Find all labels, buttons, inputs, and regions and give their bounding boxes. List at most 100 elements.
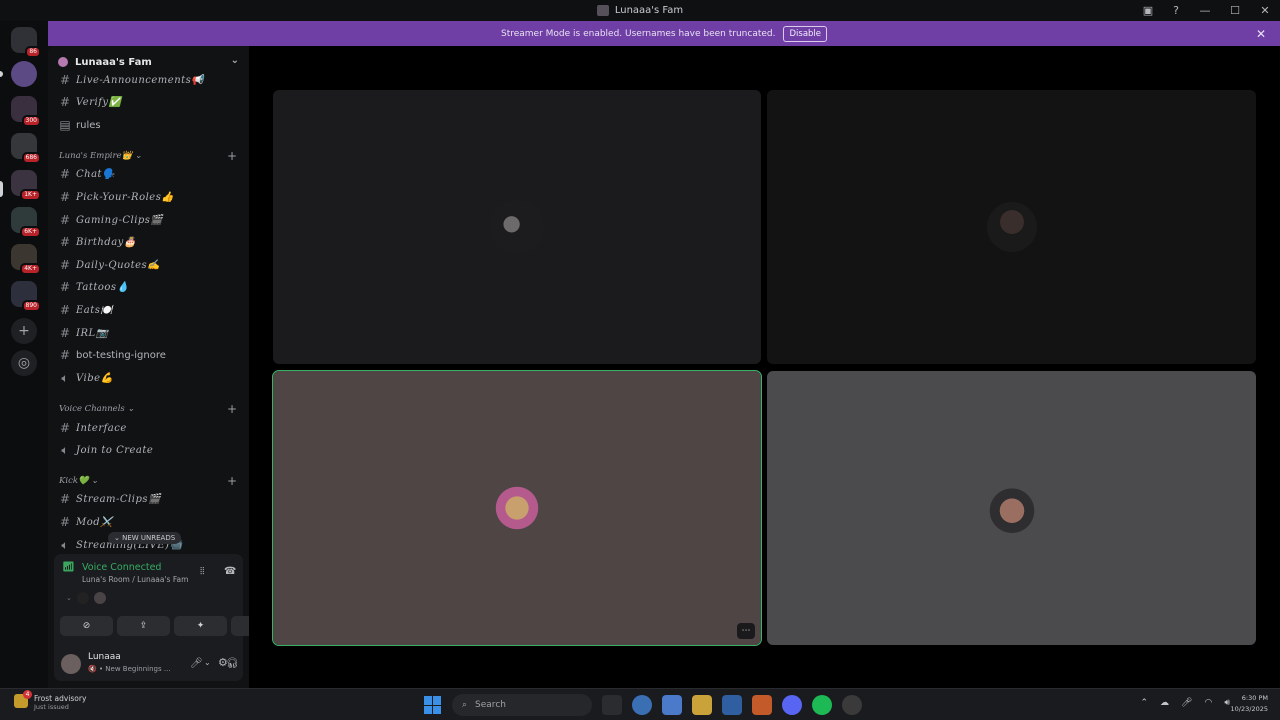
participant-tile-speaking[interactable]: ⋯ [272, 370, 762, 646]
rules-icon: ▤ [59, 118, 71, 132]
discover-icon[interactable]: ◎ [11, 350, 37, 376]
expand-icon[interactable]: ⌄ [66, 594, 72, 602]
spotify-icon[interactable] [812, 695, 832, 715]
channel-item[interactable]: ▤ rules [58, 115, 100, 135]
copilot-icon[interactable] [662, 695, 682, 715]
server-folder[interactable]: 4K+ [11, 244, 41, 275]
channel-item[interactable]: # Verify✅ [58, 92, 122, 112]
unread-badge: 86 [25, 46, 41, 58]
server-thumb-icon [596, 5, 609, 16]
channel-item[interactable]: # Eats🍽️ [58, 300, 113, 320]
voice-status[interactable]: Voice Connected [82, 562, 188, 573]
close-notice-icon[interactable]: ✕ [1256, 27, 1266, 41]
unread-badge: 890 [21, 300, 41, 312]
chevron-up-icon[interactable]: ⌃ [1140, 698, 1148, 708]
disable-button[interactable]: Disable [783, 25, 828, 42]
category-header[interactable]: Voice Channels ⌄ + [59, 402, 237, 416]
server-folder[interactable]: 1K+ [11, 170, 41, 201]
disconnect-icon[interactable]: ☎︎ [224, 566, 236, 577]
participant-tile[interactable] [767, 90, 1256, 364]
hash-icon: # [59, 190, 71, 204]
channel-item[interactable]: # Live-Announcements📢 [58, 70, 204, 90]
taskbar-search[interactable]: ⌕ Search [452, 694, 592, 716]
task-view-icon[interactable] [602, 695, 622, 715]
channel-item[interactable]: # IRL📷 [58, 323, 109, 343]
signal-icon[interactable]: 📶︎ [62, 562, 75, 574]
participant-avatar[interactable] [76, 592, 89, 604]
voice-channel-item[interactable]: 🔈︎ Vibe💪 [58, 368, 114, 388]
channel-name: Stream-Clips🎬 [76, 493, 161, 505]
voice-stage: ⋯ [249, 46, 1280, 688]
channel-item[interactable]: # Pick-Your-Roles👍 [58, 187, 174, 207]
participant-tile[interactable] [273, 90, 761, 364]
activities-button[interactable]: ✦ [174, 616, 227, 636]
user-name[interactable]: Lunaaa [88, 652, 121, 662]
speaker-icon: 🔈︎ [61, 537, 69, 552]
server-folder[interactable]: 890 [11, 281, 41, 312]
channel-item[interactable]: # Birthday🎂 [58, 232, 137, 252]
github-icon[interactable] [842, 695, 862, 715]
server-icon[interactable] [11, 61, 37, 87]
avatar[interactable] [61, 654, 81, 674]
hash-icon: # [59, 421, 71, 435]
home-button[interactable]: 86 [11, 27, 41, 58]
weather-widget[interactable]: 4 Frost advisory Just issued [14, 690, 86, 711]
add-channel-icon[interactable]: + [227, 402, 237, 416]
channel-item[interactable]: # bot-testing-ignore [58, 345, 166, 365]
unread-badge: 1K+ [20, 189, 41, 201]
channel-item[interactable]: # Daily-Quotes✍️ [58, 255, 160, 275]
channel-item[interactable]: # Stream-Clips🎬 [58, 489, 161, 509]
new-unreads-pill[interactable]: ⌄ NEW UNREADS [108, 532, 182, 544]
camera-off-button[interactable]: ⊘ [60, 616, 113, 636]
headphones-icon[interactable]: 🎧︎ [226, 658, 239, 669]
category-header[interactable]: Luna's Empire👑 ⌄ + [59, 149, 237, 163]
user-status: 🔇 • New Beginnings ... [88, 665, 171, 673]
add-channel-icon[interactable]: + [227, 149, 237, 163]
speaker-icon: 🔈︎ [61, 370, 69, 385]
minimize-button[interactable]: — [1190, 0, 1220, 21]
channel-item[interactable]: # Chat🗣️ [58, 164, 115, 184]
channel-name: IRL📷 [76, 327, 109, 339]
wifi-icon[interactable]: ◠ [1204, 698, 1212, 708]
category-header[interactable]: Kick💚 ⌄ + [59, 474, 237, 488]
chrome-icon[interactable] [632, 695, 652, 715]
start-button[interactable] [424, 696, 442, 714]
add-server-button[interactable]: + [11, 318, 37, 344]
screen-share-button[interactable]: ⇪ [117, 616, 170, 636]
server-folder[interactable]: 6K+ [11, 207, 41, 238]
participant-tile[interactable] [767, 371, 1256, 645]
channel-item[interactable]: # Gaming-Clips🎬 [58, 210, 163, 230]
app-icon[interactable] [752, 695, 772, 715]
more-options-button[interactable]: ⋯ [737, 623, 755, 639]
voice-channel-item[interactable]: 🔈︎ Join to Create [58, 440, 153, 460]
microphone-icon[interactable]: 🎤︎ [1181, 698, 1192, 708]
maximize-button[interactable]: ☐ [1220, 0, 1250, 21]
hash-icon: # [59, 213, 71, 227]
add-channel-icon[interactable]: + [227, 474, 237, 488]
clock[interactable]: 6:30 PM 10/23/2025 [1231, 693, 1268, 715]
participant-avatar[interactable] [93, 592, 106, 604]
microphone-icon[interactable]: 🎤︎ [190, 658, 203, 669]
settings-gear-icon[interactable]: ⚙ [218, 656, 228, 669]
cloud-icon[interactable]: ☁︎ [1160, 698, 1169, 708]
channel-item[interactable]: # Tattoos💧 [58, 277, 130, 297]
noise-suppression-icon[interactable]: ⦙⦙ [200, 566, 204, 577]
search-icon: ⌕ [462, 700, 468, 710]
channel-item[interactable]: # Mod⚔️ [58, 512, 113, 532]
server-folder[interactable]: 686 [11, 133, 41, 164]
chevron-down-icon[interactable]: ⌄ [204, 658, 211, 667]
channel-name: Interface [76, 422, 127, 434]
server-folder[interactable]: 300 [11, 96, 41, 127]
file-explorer-icon[interactable] [692, 695, 712, 715]
inbox-icon[interactable]: ▣ [1134, 0, 1162, 21]
volume-icon[interactable]: 🔊︎ [1224, 698, 1230, 708]
help-icon[interactable]: ? [1162, 0, 1190, 21]
channel-item[interactable]: # Interface [58, 418, 127, 438]
store-icon[interactable] [722, 695, 742, 715]
unread-pill [0, 71, 3, 77]
close-window-button[interactable]: ✕ [1250, 0, 1280, 21]
hash-icon: # [59, 303, 71, 317]
voice-location[interactable]: Luna's Room / Lunaaa's Fam [82, 575, 188, 584]
unread-badge: 686 [21, 152, 41, 164]
discord-icon[interactable] [782, 695, 802, 715]
